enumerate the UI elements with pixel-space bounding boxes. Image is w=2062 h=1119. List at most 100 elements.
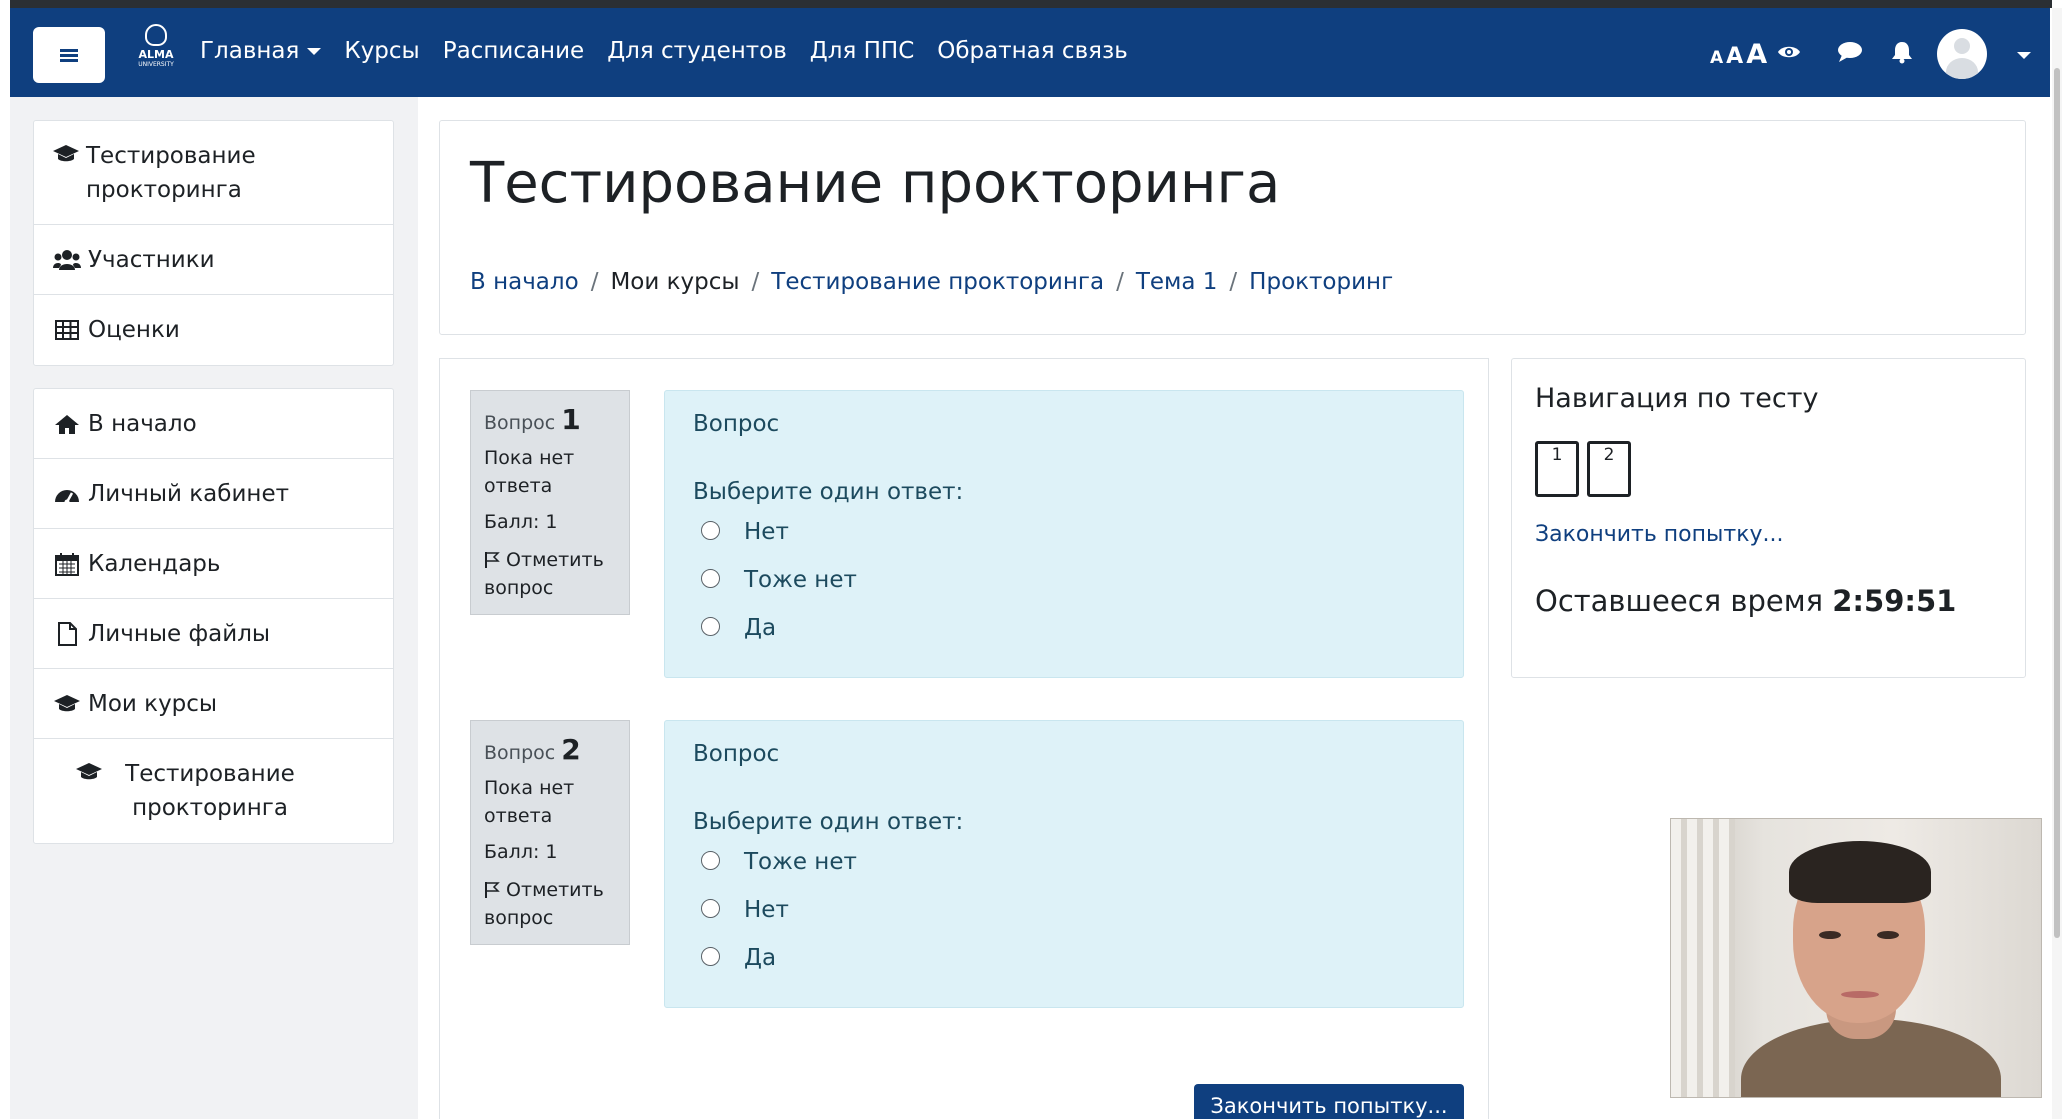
- menu-item-courses[interactable]: Курсы: [344, 38, 419, 64]
- radio-button[interactable]: [701, 616, 720, 636]
- sidebar-item-course[interactable]: Тестирование прокторинга: [34, 121, 393, 225]
- breadcrumb-topic[interactable]: Тема 1: [1136, 269, 1218, 295]
- sidebar-item-course-child[interactable]: Тестирование прокторинга: [34, 739, 393, 843]
- question-status: Пока нет ответа: [484, 447, 575, 497]
- radio-button[interactable]: [701, 568, 720, 588]
- time-value: 2:59:51: [1832, 584, 1957, 618]
- menu-item-schedule[interactable]: Расписание: [443, 38, 584, 64]
- answer-option[interactable]: Тоже нет: [701, 567, 857, 593]
- radio-button[interactable]: [701, 850, 720, 870]
- flag-icon: [484, 879, 500, 901]
- question-text: Вопрос: [693, 411, 780, 437]
- sidebar-item-grades[interactable]: Оценки: [34, 295, 393, 365]
- sidebar-item-label: Мои курсы: [88, 690, 218, 717]
- question-number-value: 1: [561, 403, 581, 436]
- answer-label: Нет: [744, 519, 789, 545]
- question-nav-button[interactable]: 2: [1587, 441, 1631, 497]
- quiz-navigation-title: Навигация по тесту: [1535, 383, 1819, 414]
- question-number: Вопрос 2: [484, 733, 616, 766]
- finish-attempt-button[interactable]: Закончить попытку...: [1194, 1084, 1464, 1119]
- breadcrumb-home[interactable]: В начало: [470, 269, 579, 295]
- proctoring-webcam-preview: [1670, 818, 2042, 1098]
- site-nav-block: В начало Личный кабинет Календарь Личные…: [33, 388, 394, 844]
- sidebar-item-dashboard[interactable]: Личный кабинет: [34, 459, 393, 529]
- radio-button[interactable]: [701, 898, 720, 918]
- question-label: Вопрос: [484, 742, 556, 764]
- question-content: Вопрос Выберите один ответ: Нет Тоже нет…: [664, 390, 1464, 678]
- answer-label: Тоже нет: [744, 567, 857, 593]
- flag-question-link[interactable]: Отметить вопрос: [484, 876, 616, 932]
- logo-subtext: UNIVERSITY: [138, 61, 174, 68]
- sidebar-item-private-files[interactable]: Личные файлы: [34, 599, 393, 669]
- sidebar-item-participants[interactable]: Участники: [34, 225, 393, 295]
- menu-item-students[interactable]: Для студентов: [607, 38, 787, 64]
- calendar-icon: [52, 552, 82, 576]
- question-number: Вопрос 1: [484, 403, 616, 436]
- sidebar-item-label: Тестирование прокторинга: [125, 761, 295, 821]
- time-label: Оставшееся время: [1535, 584, 1824, 618]
- bell-icon[interactable]: [1891, 40, 1913, 68]
- question-info: Вопрос 2 Пока нет ответа Балл: 1 Отметит…: [470, 720, 630, 945]
- page-scrollbar[interactable]: [2052, 8, 2062, 1119]
- radio-button[interactable]: [701, 946, 720, 966]
- hamburger-menu-button[interactable]: [33, 27, 105, 83]
- page-header: Тестирование прокторинга В начало / Мои …: [439, 120, 2026, 335]
- breadcrumb-quiz[interactable]: Прокторинг: [1249, 269, 1393, 295]
- breadcrumb: В начало / Мои курсы / Тестирование прок…: [470, 269, 1393, 295]
- course-nav-block: Тестирование прокторинга Участники Оценк…: [33, 120, 394, 366]
- menu-item-label: Главная: [200, 38, 300, 64]
- eye-icon[interactable]: [1777, 44, 1801, 64]
- font-small-button[interactable]: A: [1710, 48, 1723, 68]
- font-large-button[interactable]: A: [1746, 39, 1767, 70]
- answer-option[interactable]: Да: [701, 615, 776, 641]
- answer-label: Да: [744, 615, 777, 641]
- question-score: Балл: 1: [484, 511, 558, 533]
- sidebar-item-my-courses[interactable]: Мои курсы: [34, 669, 393, 739]
- university-logo[interactable]: ALMA UNIVERSITY: [130, 24, 182, 82]
- question-score: Балл: 1: [484, 841, 558, 863]
- question-label: Вопрос: [484, 412, 556, 434]
- answer-label: Тоже нет: [744, 849, 857, 875]
- top-navbar: ALMA UNIVERSITY Главная Курсы Расписание…: [10, 8, 2050, 97]
- sidebar-item-label: Календарь: [88, 550, 221, 577]
- font-medium-button[interactable]: A: [1726, 44, 1743, 69]
- sidebar-item-home[interactable]: В начало: [34, 389, 393, 459]
- answer-option[interactable]: Нет: [701, 897, 789, 923]
- flag-label: Отметить вопрос: [484, 549, 604, 599]
- graduation-cap-icon: [52, 694, 82, 714]
- answer-option[interactable]: Да: [701, 945, 776, 971]
- sidebar-item-calendar[interactable]: Календарь: [34, 529, 393, 599]
- answer-option[interactable]: Нет: [701, 519, 789, 545]
- question-info: Вопрос 1 Пока нет ответа Балл: 1 Отметит…: [470, 390, 630, 615]
- answer-prompt: Выберите один ответ:: [693, 809, 964, 835]
- answer-label: Нет: [744, 897, 789, 923]
- finish-attempt-link[interactable]: Закончить попытку...: [1535, 522, 1784, 547]
- primary-menu: Главная Курсы Расписание Для студентов Д…: [200, 38, 1151, 64]
- dashboard-icon: [52, 484, 82, 504]
- users-icon: [52, 249, 82, 271]
- breadcrumb-separator: /: [751, 269, 760, 295]
- menu-item-feedback[interactable]: Обратная связь: [937, 38, 1127, 64]
- home-icon: [52, 413, 82, 435]
- radio-button[interactable]: [701, 520, 720, 540]
- chat-icon[interactable]: [1837, 41, 1863, 67]
- breadcrumb-my-courses: Мои курсы: [610, 269, 740, 295]
- scrollbar-thumb[interactable]: [2054, 68, 2060, 938]
- question-content: Вопрос Выберите один ответ: Тоже нет Нет…: [664, 720, 1464, 1008]
- flag-question-link[interactable]: Отметить вопрос: [484, 546, 616, 602]
- sidebar-item-label: Участники: [88, 246, 215, 273]
- breadcrumb-course[interactable]: Тестирование прокторинга: [771, 269, 1104, 295]
- chevron-down-icon[interactable]: [2017, 45, 2032, 64]
- question-status: Пока нет ответа: [484, 777, 575, 827]
- answer-option[interactable]: Тоже нет: [701, 849, 857, 875]
- question-nav-button[interactable]: 1: [1535, 441, 1579, 497]
- user-avatar[interactable]: [1937, 29, 1988, 79]
- menu-item-home[interactable]: Главная: [200, 38, 322, 64]
- font-size-controls: AAA: [1710, 39, 1767, 70]
- sidebar-item-label: Личный кабинет: [88, 480, 289, 507]
- answer-prompt: Выберите один ответ:: [693, 479, 964, 505]
- flag-icon: [484, 549, 500, 571]
- menu-item-faculty[interactable]: Для ППС: [810, 38, 914, 64]
- file-icon: [52, 621, 82, 646]
- sidebar-item-label: Оценки: [88, 317, 180, 343]
